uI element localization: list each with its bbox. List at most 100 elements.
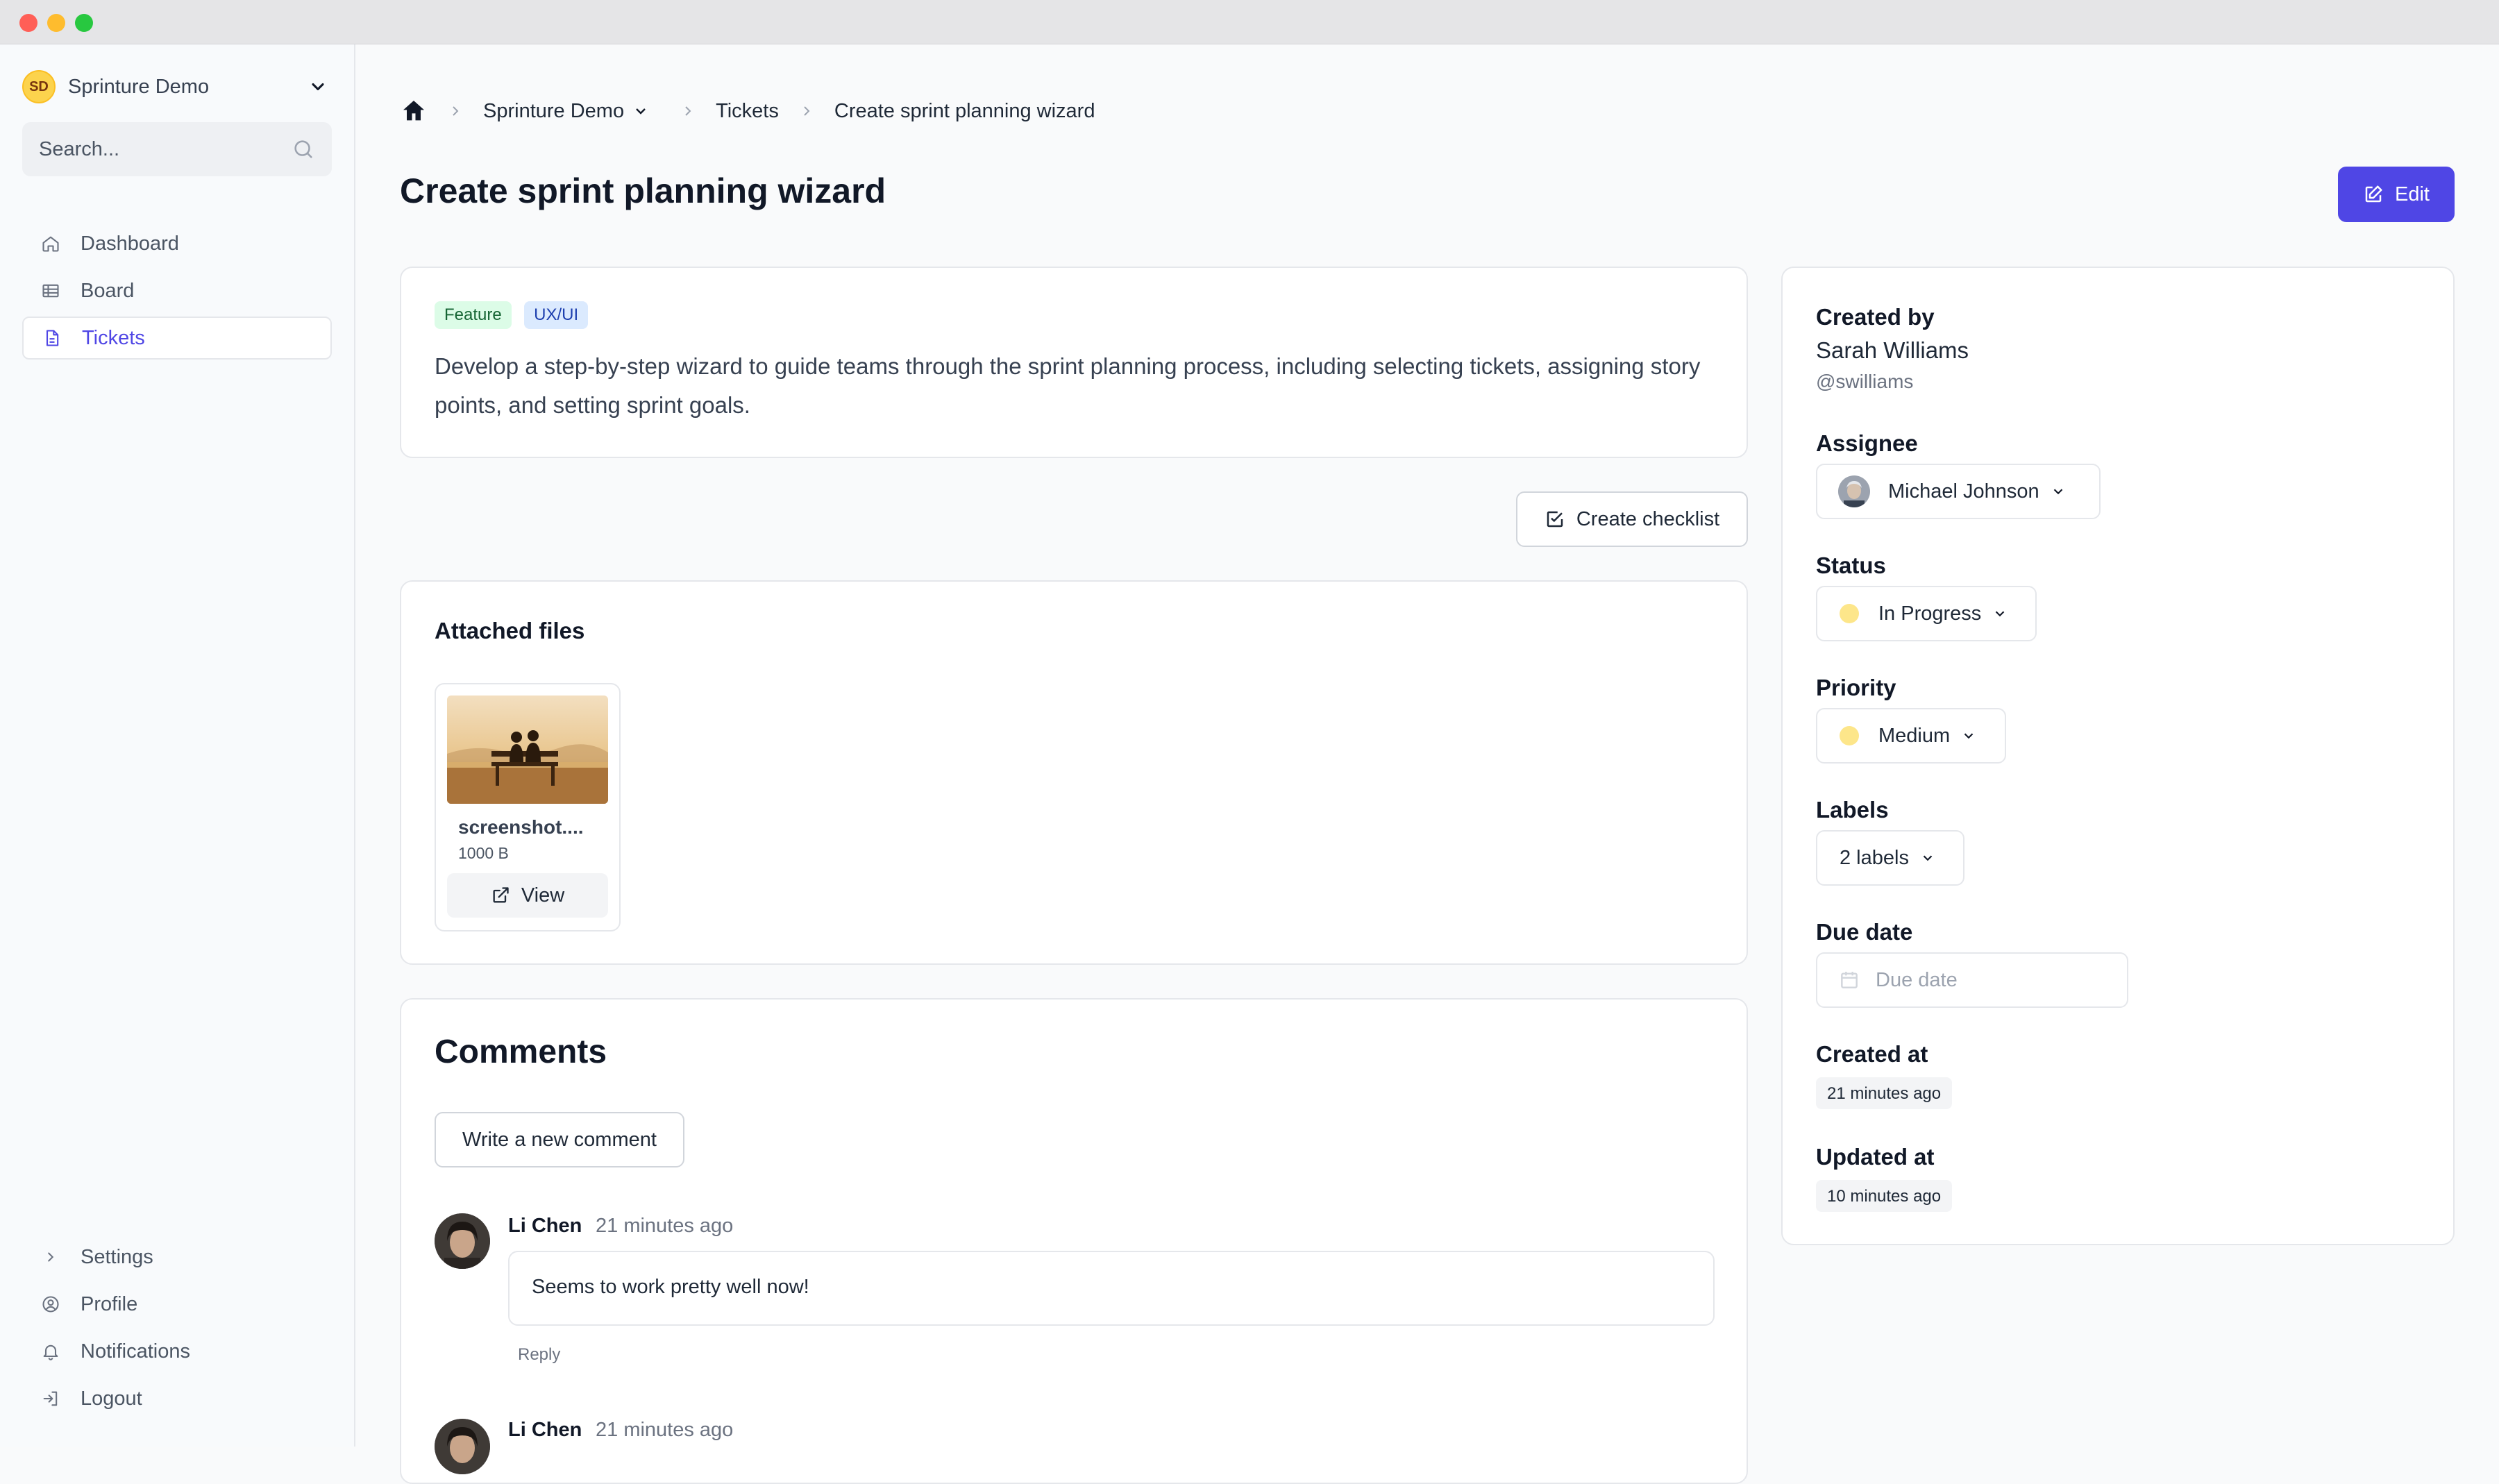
ticket-description: Develop a step-by-step wizard to guide t… <box>435 353 1701 418</box>
status-label: Status <box>1816 553 1886 578</box>
chevron-down-icon <box>1996 611 2005 617</box>
search-icon <box>294 140 312 158</box>
chevron-right-icon <box>685 106 691 116</box>
created-by-handle: @swilliams <box>1816 371 1914 392</box>
avatar <box>435 1213 490 1269</box>
attachments-heading: Attached files <box>435 618 585 643</box>
minimize-window-button[interactable] <box>47 14 65 32</box>
created-at-value: 21 minutes ago <box>1816 1077 1953 1109</box>
sidebar-item-settings[interactable]: Settings <box>22 1236 332 1279</box>
sidebar-item-tickets[interactable]: Tickets <box>22 317 332 360</box>
created-by-label: Created by <box>1816 304 1935 330</box>
tag-list: Feature UX/UI <box>435 301 598 329</box>
create-checklist-button[interactable]: Create checklist <box>1516 491 1748 547</box>
comment-time: 21 minutes ago <box>596 1419 734 1441</box>
comments-heading: Comments <box>435 1034 607 1070</box>
file-size: 1000 B <box>458 844 509 862</box>
chevron-down-icon <box>2053 489 2062 495</box>
labels-dropdown[interactable]: 2 labels <box>1816 830 1964 886</box>
priority-value: Medium <box>1878 724 1951 747</box>
home-icon <box>40 233 61 254</box>
logout-icon <box>40 1388 61 1409</box>
sidebar-item-label: Tickets <box>82 326 145 349</box>
page-title: Create sprint planning wizard <box>400 171 886 210</box>
window-titlebar <box>0 0 2499 44</box>
sidebar-item-notifications[interactable]: Notifications <box>22 1330 332 1373</box>
search-placeholder: Search... <box>39 137 120 160</box>
status-value: In Progress <box>1878 602 1982 625</box>
sidebar-item-dashboard[interactable]: Dashboard <box>22 222 332 265</box>
view-file-label: View <box>521 884 565 907</box>
assignee-label: Assignee <box>1816 430 1918 456</box>
workspace-name: Sprinture Demo <box>68 75 210 98</box>
tag-feature[interactable]: Feature <box>435 301 512 329</box>
chevron-down-icon <box>1923 855 1933 861</box>
chevron-down-icon <box>312 83 324 91</box>
breadcrumb-current: Create sprint planning wizard <box>834 99 1095 122</box>
checklist-icon <box>1547 511 1563 528</box>
calendar-icon <box>1841 972 1858 988</box>
sidebar-item-label: Settings <box>81 1245 153 1268</box>
tag-ux-ui[interactable]: UX/UI <box>524 301 589 329</box>
priority-label: Priority <box>1816 675 1896 700</box>
status-dropdown[interactable]: In Progress <box>1816 586 2037 641</box>
chevron-down-icon[interactable] <box>632 103 649 119</box>
breadcrumb-tickets[interactable]: Tickets <box>716 100 779 123</box>
due-date-placeholder: Due date <box>1876 968 1958 991</box>
bell-icon <box>40 1341 61 1362</box>
sidebar-item-label: Profile <box>81 1292 138 1315</box>
labels-value: 2 labels <box>1840 846 1909 869</box>
search-input[interactable]: Search... <box>22 122 332 176</box>
comment-author[interactable]: Li Chen <box>508 1215 582 1238</box>
document-icon <box>42 328 62 348</box>
file-name: screenshot.... <box>458 816 584 838</box>
workspace-switcher[interactable]: SD Sprinture Demo <box>22 69 328 104</box>
comment-author[interactable]: Li Chen <box>508 1419 582 1442</box>
external-link-icon <box>493 887 509 903</box>
chevron-right-icon <box>453 106 459 116</box>
sidebar-item-label: Dashboard <box>81 232 179 255</box>
breadcrumb: Sprinture Demo Tickets Create sprint pla… <box>400 94 1095 128</box>
sidebar-item-label: Notifications <box>81 1340 190 1363</box>
edit-icon <box>2365 185 2382 203</box>
user-circle-icon <box>40 1294 61 1315</box>
reply-link[interactable]: Reply <box>518 1345 560 1365</box>
sidebar-item-board[interactable]: Board <box>22 269 332 312</box>
workspace-avatar: SD <box>22 70 56 103</box>
close-window-button[interactable] <box>19 14 37 32</box>
status-dot <box>1840 604 1859 623</box>
assignee-name: Michael Johnson <box>1888 480 2039 503</box>
breadcrumb-project[interactable]: Sprinture Demo <box>483 100 624 123</box>
sidebar-item-profile[interactable]: Profile <box>22 1283 332 1326</box>
file-card[interactable]: screenshot.... 1000 B View <box>435 683 621 931</box>
created-by-name: Sarah Williams <box>1816 337 1969 363</box>
updated-at-label: Updated at <box>1816 1144 1935 1170</box>
priority-dot <box>1840 726 1859 745</box>
labels-label: Labels <box>1816 797 1889 823</box>
maximize-window-button[interactable] <box>75 14 93 32</box>
home-icon[interactable] <box>400 97 428 125</box>
view-file-button[interactable]: View <box>447 873 608 918</box>
sidebar-item-label: Logout <box>81 1387 142 1410</box>
sidebar-item-logout[interactable]: Logout <box>22 1377 332 1420</box>
updated-at-value: 10 minutes ago <box>1816 1180 1953 1212</box>
file-thumbnail[interactable] <box>447 695 608 804</box>
attachments-card: Attached files screenshot.... 1000 B Vie… <box>400 580 1748 965</box>
chevron-down-icon <box>1964 733 1974 739</box>
create-checklist-label: Create checklist <box>1576 507 1720 530</box>
comments-card: Comments Write a new comment Li Chen 21 … <box>400 998 1748 1484</box>
avatar <box>1838 475 1870 507</box>
due-date-label: Due date <box>1816 919 1913 945</box>
assignee-dropdown[interactable]: Michael Johnson <box>1816 464 2101 519</box>
due-date-input[interactable]: Due date <box>1816 952 2128 1008</box>
chevron-right-icon <box>804 106 810 116</box>
write-comment-label: Write a new comment <box>462 1128 657 1151</box>
sidebar: SD Sprinture Demo Search... Dashboard Bo… <box>0 44 355 1447</box>
comment-body: Seems to work pretty well now! <box>508 1251 1715 1326</box>
priority-dropdown[interactable]: Medium <box>1816 708 2006 764</box>
write-comment-button[interactable]: Write a new comment <box>435 1112 684 1167</box>
ticket-details-panel: Created by Sarah Williams @swilliams Ass… <box>1781 267 2455 1245</box>
avatar <box>435 1419 490 1474</box>
chevron-right-icon <box>40 1247 61 1267</box>
edit-button[interactable]: Edit <box>2338 167 2455 222</box>
